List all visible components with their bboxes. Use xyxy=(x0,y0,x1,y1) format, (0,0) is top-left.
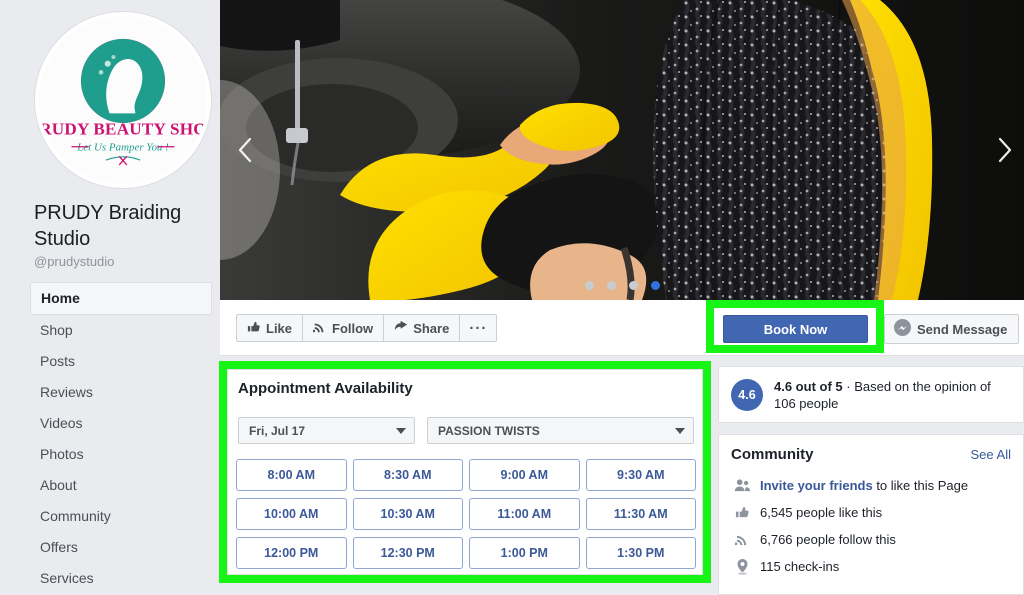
time-slot-button[interactable]: 9:00 AM xyxy=(469,459,580,491)
profile-picture[interactable]: PRUDY BEAUTY SHOP Let Us Pamper You ! xyxy=(35,12,211,188)
chevron-down-icon xyxy=(396,427,406,434)
cover-photo-image xyxy=(220,0,1024,300)
rating-card: 4.6 4.6 out of 5 · Based on the opinion … xyxy=(718,366,1024,423)
invite-suffix-text: to like this Page xyxy=(872,478,969,493)
carousel-dot-2[interactable] xyxy=(606,281,616,290)
appointment-service-value: PASSION TWISTS xyxy=(438,423,540,438)
share-button-label: Share xyxy=(413,320,450,336)
community-follows-text: 6,766 people follow this xyxy=(760,532,896,547)
invite-friends-icon xyxy=(731,478,753,493)
rss-follow-icon xyxy=(731,532,753,547)
social-action-group: Like Follow Share ··· xyxy=(236,314,498,342)
sidebar-item-services[interactable]: Services xyxy=(30,563,212,594)
rating-score-badge: 4.6 xyxy=(731,378,763,411)
community-row-likes: 6,545 people like this xyxy=(731,499,1011,526)
carousel-dots xyxy=(220,281,1024,290)
community-see-all-link[interactable]: See All xyxy=(971,447,1011,462)
thumbs-up-icon xyxy=(247,320,261,337)
community-invite-text: Invite your friends to like this Page xyxy=(760,478,968,493)
community-likes-text: 6,545 people like this xyxy=(760,505,883,520)
time-slot-button[interactable]: 8:30 AM xyxy=(352,459,463,491)
appointment-slot-grid: 8:00 AM 8:30 AM 9:00 AM 9:30 AM 10:00 AM… xyxy=(236,459,696,569)
time-slot-button[interactable]: 10:30 AM xyxy=(352,498,463,530)
rating-separator: · xyxy=(842,378,855,394)
appointment-date-select[interactable]: Fri, Jul 17 xyxy=(238,417,415,444)
more-options-button[interactable]: ··· xyxy=(460,314,498,342)
chevron-down-icon xyxy=(675,427,685,434)
invite-your-friends-link[interactable]: Invite your friends xyxy=(760,478,873,493)
send-message-label: Send Message xyxy=(917,321,1008,337)
follow-button-label: Follow xyxy=(332,320,374,336)
sidebar-item-posts[interactable]: Posts xyxy=(30,346,212,377)
time-slot-button[interactable]: 10:00 AM xyxy=(236,498,347,530)
chevron-right-icon[interactable] xyxy=(988,133,1022,167)
book-now-button[interactable]: Book Now xyxy=(723,315,868,343)
sidebar-item-videos[interactable]: Videos xyxy=(30,408,212,439)
carousel-dot-1[interactable] xyxy=(584,281,594,290)
like-button-label: Like xyxy=(266,320,293,336)
chevron-left-icon[interactable] xyxy=(228,133,262,167)
appointment-date-value: Fri, Jul 17 xyxy=(249,423,306,438)
rating-headline: 4.6 out of 5 xyxy=(774,378,843,394)
sidebar-item-home[interactable]: Home xyxy=(30,282,212,315)
location-pin-icon xyxy=(731,558,753,575)
time-slot-button[interactable]: 12:30 PM xyxy=(352,537,463,569)
carousel-dot-3[interactable] xyxy=(628,281,638,290)
sidebar-item-shop[interactable]: Shop xyxy=(30,315,212,346)
facebook-page-screen: PRUDY BEAUTY SHOP Let Us Pamper You ! PR… xyxy=(0,0,1024,595)
cover-photo[interactable] xyxy=(220,0,1024,300)
thumbs-up-icon xyxy=(731,505,753,520)
community-row-checkins: 115 check-ins xyxy=(731,553,1011,580)
time-slot-button[interactable]: 1:30 PM xyxy=(585,537,696,569)
community-row-invite[interactable]: Invite your friends to like this Page xyxy=(731,472,1011,499)
like-button[interactable]: Like xyxy=(236,314,304,342)
page-title: PRUDY Braiding Studio xyxy=(34,202,182,250)
svg-text:PRUDY BEAUTY SHOP: PRUDY BEAUTY SHOP xyxy=(39,119,207,138)
share-arrow-icon xyxy=(394,320,408,337)
follow-button[interactable]: Follow xyxy=(303,314,385,342)
messenger-icon xyxy=(894,319,911,339)
appointment-availability-card: Appointment Availability Fri, Jul 17 PAS… xyxy=(227,369,703,575)
appointment-availability-title: Appointment Availability xyxy=(238,380,413,397)
community-title: Community xyxy=(731,446,814,463)
time-slot-button[interactable]: 12:00 PM xyxy=(236,537,347,569)
carousel-dot-4[interactable] xyxy=(650,281,660,290)
community-row-follows: 6,766 people follow this xyxy=(731,526,1011,553)
prudy-beauty-shop-logo-icon: PRUDY BEAUTY SHOP Let Us Pamper You ! xyxy=(39,16,207,184)
time-slot-button[interactable]: 8:00 AM xyxy=(236,459,347,491)
community-checkins-text: 115 check-ins xyxy=(760,559,840,574)
time-slot-button[interactable]: 11:30 AM xyxy=(585,498,696,530)
svg-text:Let Us Pamper You !: Let Us Pamper You ! xyxy=(76,142,169,154)
time-slot-button[interactable]: 11:00 AM xyxy=(469,498,580,530)
sidebar-item-photos[interactable]: Photos xyxy=(30,439,212,470)
send-message-button[interactable]: Send Message xyxy=(884,314,1020,344)
left-sidebar: PRUDY BEAUTY SHOP Let Us Pamper You ! PR… xyxy=(0,0,220,595)
sidebar-item-about[interactable]: About xyxy=(30,470,212,501)
page-handle: @prudystudio xyxy=(34,254,115,269)
rating-summary-text: 4.6 out of 5 · Based on the opinion of 1… xyxy=(774,378,1011,412)
appointment-service-select[interactable]: PASSION TWISTS xyxy=(427,417,694,444)
sidebar-item-community[interactable]: Community xyxy=(30,501,212,532)
community-header: Community See All xyxy=(731,446,1011,463)
time-slot-button[interactable]: 1:00 PM xyxy=(469,537,580,569)
sidebar-item-offers[interactable]: Offers xyxy=(30,532,212,563)
rss-follow-icon xyxy=(312,320,327,337)
sidebar-item-reviews[interactable]: Reviews xyxy=(30,377,212,408)
sidebar-nav: Home Shop Posts Reviews Videos Photos Ab… xyxy=(30,282,212,594)
share-button[interactable]: Share xyxy=(384,314,461,342)
time-slot-button[interactable]: 9:30 AM xyxy=(585,459,696,491)
community-card: Community See All Invite your friends to… xyxy=(718,434,1024,595)
